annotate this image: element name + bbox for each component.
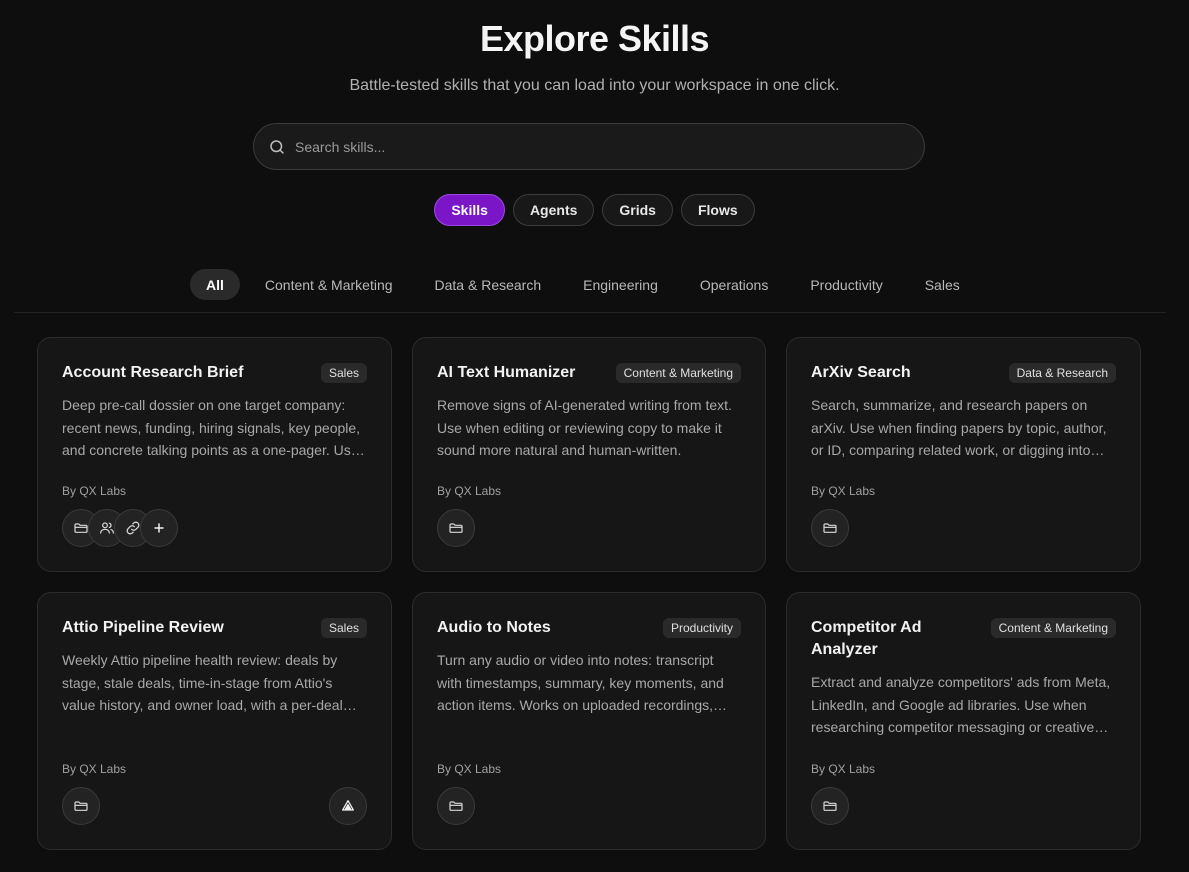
skill-description: Search, summarize, and research papers o…	[811, 397, 1107, 458]
search-input[interactable]	[295, 138, 875, 155]
skill-title: Audio to Notes	[437, 619, 551, 636]
skill-card[interactable]: Audio to Notes Productivity Turn any aud…	[412, 592, 766, 850]
skill-description: Turn any audio or video into notes: tran…	[437, 652, 724, 713]
divider	[14, 312, 1166, 313]
skills-grid: Account Research Brief Sales Deep pre-ca…	[37, 337, 1141, 850]
skill-description: Remove signs of AI-generated writing fro…	[437, 397, 732, 458]
tab-flows[interactable]: Flows	[680, 194, 755, 226]
skill-author: By QX Labs	[62, 762, 127, 776]
tab-grids[interactable]: Grids	[602, 194, 673, 226]
page-title: Explore Skills	[479, 18, 710, 59]
skill-description: Extract and analyze competitors' ads fro…	[811, 674, 1111, 735]
skill-card[interactable]: Competitor Ad Analyzer Content & Marketi…	[786, 592, 1141, 850]
skill-description: Deep pre-call dossier on one target comp…	[62, 397, 361, 458]
skill-card[interactable]: ArXiv Search Data & Research Search, sum…	[786, 337, 1141, 572]
skill-author: By QX Labs	[437, 762, 502, 776]
plus-icon[interactable]	[140, 509, 178, 547]
category-productivity[interactable]: Productivity	[793, 269, 899, 300]
category-content-marketing[interactable]: Content & Marketing	[248, 269, 410, 300]
category-engineering[interactable]: Engineering	[566, 269, 675, 300]
category-badge: Sales	[320, 618, 367, 638]
folder-icon	[811, 787, 849, 825]
folder-icon	[437, 787, 475, 825]
category-operations[interactable]: Operations	[683, 269, 785, 300]
folder-icon	[437, 509, 475, 547]
tab-skills[interactable]: Skills	[434, 194, 505, 226]
skill-card[interactable]: Attio Pipeline Review Sales Weekly Attio…	[37, 592, 392, 850]
category-badge: Sales	[320, 363, 367, 383]
skill-title: Attio Pipeline Review	[62, 619, 224, 636]
search-icon	[268, 138, 286, 156]
category-badge: Data & Research	[1008, 363, 1116, 383]
skill-title: Competitor Ad Analyzer	[811, 619, 922, 658]
skill-author: By QX Labs	[437, 484, 502, 498]
skill-card[interactable]: AI Text Humanizer Content & Marketing Re…	[412, 337, 766, 572]
category-badge: Content & Marketing	[615, 363, 741, 383]
explore-skills-page: Explore Skills Battle-tested skills that…	[0, 0, 1189, 872]
skill-title: Account Research Brief	[62, 364, 244, 381]
category-badge: Productivity	[662, 618, 741, 638]
skill-author: By QX Labs	[811, 484, 876, 498]
skill-description: Weekly Attio pipeline health review: dea…	[62, 652, 343, 713]
category-tabs: All Content & Marketing Data & Research …	[190, 269, 977, 300]
attio-icon	[329, 787, 367, 825]
category-badge: Content & Marketing	[990, 618, 1116, 638]
folder-icon	[62, 787, 100, 825]
tab-agents[interactable]: Agents	[512, 194, 595, 226]
category-sales[interactable]: Sales	[908, 269, 977, 300]
skill-card[interactable]: Account Research Brief Sales Deep pre-ca…	[37, 337, 392, 572]
type-tabs: Skills Agents Grids Flows	[0, 194, 1189, 226]
skill-author: By QX Labs	[811, 762, 876, 776]
folder-icon	[811, 509, 849, 547]
category-all[interactable]: All	[190, 269, 240, 300]
skill-title: ArXiv Search	[811, 364, 911, 381]
page-subtitle: Battle-tested skills that you can load i…	[349, 77, 840, 94]
search-bar[interactable]	[253, 123, 925, 170]
category-data-research[interactable]: Data & Research	[418, 269, 559, 300]
skill-title: AI Text Humanizer	[437, 364, 576, 381]
skill-author: By QX Labs	[62, 484, 127, 498]
